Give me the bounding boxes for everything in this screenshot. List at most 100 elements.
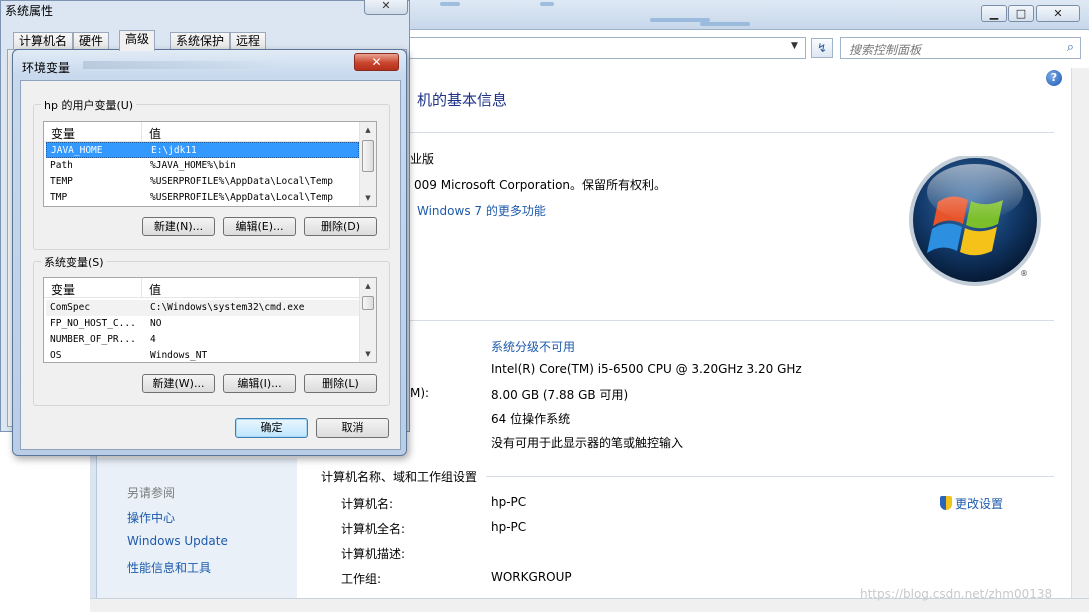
close-button[interactable]: ✕ <box>364 0 408 15</box>
description-label: 计算机描述: <box>341 547 406 561</box>
windows-logo: ® <box>909 156 1041 286</box>
list-item[interactable]: NUMBER_OF_PR... 4 <box>46 332 359 348</box>
system-type-value: 64 位操作系统 <box>491 412 571 426</box>
environment-variables-dialog: 环境变量 ✕ hp 的用户变量(U) 变量 值 JAVA_HOME E:\jdk… <box>12 49 407 456</box>
sidebar-item-windows-update[interactable]: Windows Update <box>127 534 228 548</box>
titlebar-fragment <box>700 22 750 26</box>
see-also-panel: 另请参阅 操作中心 Windows Update 性能信息和工具 <box>97 458 297 598</box>
list-item[interactable]: TMP %USERPROFILE%\AppData\Local\Temp <box>46 190 359 206</box>
vertical-scrollbar[interactable] <box>1071 68 1089 600</box>
close-button[interactable]: ✕ <box>1036 5 1080 22</box>
list-item[interactable]: OS Windows_NT <box>46 348 359 362</box>
pen-touch-value: 没有可用于此显示器的笔或触控输入 <box>491 436 684 450</box>
system-edit-button[interactable]: 编辑(I)... <box>223 374 296 393</box>
list-scrollbar[interactable]: ▲ ▼ <box>359 122 376 206</box>
variable-name: JAVA_HOME <box>51 145 103 156</box>
rating-link[interactable]: 系统分级不可用 <box>491 338 575 355</box>
column-divider[interactable] <box>141 278 142 298</box>
sidebar-item-action-center[interactable]: 操作中心 <box>127 509 175 526</box>
user-new-button[interactable]: 新建(N)... <box>142 217 215 236</box>
chevron-down-icon[interactable]: ▼ <box>791 41 798 51</box>
list-header: 变量 值 <box>44 122 360 142</box>
maximize-icon: □ <box>1015 7 1027 20</box>
user-delete-button[interactable]: 删除(D) <box>304 217 377 236</box>
list-item[interactable]: Path %JAVA_HOME%\bin <box>46 158 359 174</box>
ok-button[interactable]: 确定 <box>235 418 308 438</box>
memory-value: 8.00 GB (7.88 GB 可用) <box>491 388 629 402</box>
system-delete-button[interactable]: 删除(L) <box>304 374 377 393</box>
variable-value: 4 <box>150 334 156 345</box>
window-edge <box>90 455 97 612</box>
scroll-thumb[interactable] <box>362 296 374 310</box>
column-divider[interactable] <box>141 122 142 142</box>
list-scrollbar[interactable]: ▲ ▼ <box>359 278 376 362</box>
variable-name: NUMBER_OF_PR... <box>50 334 136 345</box>
address-bar[interactable] <box>410 37 806 59</box>
scroll-down-icon[interactable]: ▼ <box>360 190 376 206</box>
full-name-label: 计算机全名: <box>341 522 406 536</box>
divider <box>410 132 1054 133</box>
close-icon: ✕ <box>1053 7 1063 20</box>
variable-value: C:\Windows\system32\cmd.exe <box>150 302 305 313</box>
list-item[interactable]: JAVA_HOME E:\jdk11 <box>46 142 359 158</box>
titlebar-fragment <box>540 2 554 6</box>
dialog-body: hp 的用户变量(U) 变量 值 JAVA_HOME E:\jdk11 Path… <box>20 80 401 450</box>
variable-name: TEMP <box>50 176 73 187</box>
cancel-button[interactable]: 取消 <box>316 418 389 438</box>
processor-value: Intel(R) Core(TM) i5-6500 CPU @ 3.20GHz … <box>491 362 802 376</box>
search-icon[interactable]: ⌕ <box>1067 40 1074 55</box>
search-input[interactable]: 搜索控制面板 ⌕ <box>840 37 1081 59</box>
workgroup-label: 工作组: <box>341 572 382 586</box>
more-features-link[interactable]: Windows 7 的更多功能 <box>417 202 546 219</box>
scroll-thumb[interactable] <box>362 140 374 172</box>
divider <box>410 320 1054 321</box>
maximize-button[interactable]: □ <box>1008 5 1034 22</box>
variable-name: TMP <box>50 192 68 203</box>
variable-value: E:\jdk11 <box>151 145 197 156</box>
see-also-heading: 另请参阅 <box>127 486 176 500</box>
page-title: 机的基本信息 <box>417 91 508 109</box>
list-item[interactable]: TEMP %USERPROFILE%\AppData\Local\Temp <box>46 174 359 190</box>
variable-value: NO <box>150 318 162 329</box>
watermark: https://blog.csdn.net/zhm00138 <box>860 587 1053 601</box>
svg-text:®: ® <box>1020 269 1028 278</box>
column-header-variable[interactable]: 变量 <box>51 281 75 298</box>
user-variables-list[interactable]: 变量 值 JAVA_HOME E:\jdk11 Path %JAVA_HOME%… <box>43 121 377 207</box>
copyright-text: 009 Microsoft Corporation。保留所有权利。 <box>414 178 667 192</box>
edition-text: 业版 <box>410 152 435 166</box>
scroll-up-icon[interactable]: ▲ <box>360 278 376 294</box>
user-edit-button[interactable]: 编辑(E)... <box>223 217 296 236</box>
column-header-value[interactable]: 值 <box>149 281 161 298</box>
titlebar-fragment <box>83 61 283 69</box>
variable-value: Windows_NT <box>150 350 208 361</box>
help-icon[interactable]: ? <box>1046 70 1062 86</box>
list-item[interactable]: ComSpec C:\Windows\system32\cmd.exe <box>46 300 359 316</box>
variable-name: OS <box>50 350 62 361</box>
user-variables-label: hp 的用户变量(U) <box>41 97 137 113</box>
change-settings-link[interactable]: 更改设置 <box>940 495 1003 512</box>
section-heading: 计算机名称、域和工作组设置 <box>321 470 478 484</box>
divider <box>486 476 1054 477</box>
system-new-button[interactable]: 新建(W)... <box>142 374 215 393</box>
system-variables-label: 系统变量(S) <box>41 254 107 270</box>
refresh-button[interactable]: ↯ <box>811 38 833 58</box>
tab-advanced[interactable]: 高级 <box>119 30 156 51</box>
scroll-up-icon[interactable]: ▲ <box>360 122 376 138</box>
computer-name-value: hp-PC <box>491 495 527 509</box>
system-variables-list[interactable]: 变量 值 ComSpec C:\Windows\system32\cmd.exe… <box>43 277 377 363</box>
close-button[interactable]: ✕ <box>354 53 399 71</box>
memory-label: M): <box>410 386 430 400</box>
change-settings-label: 更改设置 <box>955 497 1004 511</box>
workgroup-value: WORKGROUP <box>491 570 572 584</box>
column-header-value[interactable]: 值 <box>149 125 161 142</box>
variable-name: Path <box>50 160 73 171</box>
scroll-down-icon[interactable]: ▼ <box>360 346 376 362</box>
sidebar-item-performance[interactable]: 性能信息和工具 <box>127 559 211 576</box>
minimize-button[interactable]: ▁ <box>981 5 1007 22</box>
list-item[interactable]: FP_NO_HOST_C... NO <box>46 316 359 332</box>
column-header-variable[interactable]: 变量 <box>51 125 75 142</box>
titlebar-fragment <box>440 2 460 6</box>
variable-name: FP_NO_HOST_C... <box>50 318 136 329</box>
system-variables-group: 系统变量(S) 变量 值 ComSpec C:\Windows\system32… <box>33 254 390 406</box>
dialog-title: 环境变量 <box>22 61 71 75</box>
